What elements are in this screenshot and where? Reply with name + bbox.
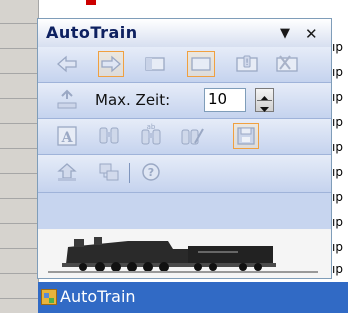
row-divider bbox=[0, 48, 38, 49]
row-divider bbox=[0, 273, 38, 274]
list-item-fragment: ıp bbox=[332, 262, 343, 276]
list-item-fragment: ıp bbox=[332, 165, 343, 179]
row-divider bbox=[0, 173, 38, 174]
list-item-fragment: ıp bbox=[332, 140, 343, 154]
max-zeit-input[interactable]: 10 bbox=[204, 88, 246, 112]
binoculars-icon[interactable] bbox=[96, 123, 122, 149]
toolbar-row-4: ? bbox=[38, 155, 331, 193]
toolbar-separator bbox=[129, 163, 130, 183]
spin-down-button[interactable] bbox=[256, 101, 273, 112]
delete-window-icon[interactable] bbox=[274, 51, 300, 77]
help-icon[interactable]: ? bbox=[138, 159, 164, 185]
toolbar-options-button[interactable]: ▼ bbox=[280, 26, 290, 41]
autotrain-icon bbox=[41, 289, 57, 305]
toolbar-row-1: ! bbox=[38, 47, 331, 83]
info-window-icon[interactable]: ! bbox=[234, 51, 260, 77]
max-zeit-label: Max. Zeit: bbox=[95, 91, 171, 109]
list-item-fragment: ıp bbox=[332, 115, 343, 129]
row-divider bbox=[0, 98, 38, 99]
selected-list-item[interactable]: AutoTrain bbox=[38, 282, 348, 313]
row-divider bbox=[0, 198, 38, 199]
toolbar-row-3: A ab bbox=[38, 119, 331, 155]
network-icon[interactable] bbox=[96, 159, 122, 185]
autotrain-toolbar: AutoTrain ▼ ✕ ! Max. Zeit: 10 A ab ? bbox=[37, 18, 332, 279]
toolbar-title: AutoTrain bbox=[46, 23, 138, 42]
partial-list-row bbox=[38, 0, 348, 6]
list-item-fragment: ıp bbox=[332, 65, 343, 79]
list-item-fragment: ıp bbox=[332, 240, 343, 254]
row-divider bbox=[0, 123, 38, 124]
save-icon[interactable] bbox=[233, 123, 259, 149]
row-divider bbox=[0, 23, 38, 24]
list-item-fragment: ıp bbox=[332, 40, 343, 54]
svg-text:?: ? bbox=[148, 166, 154, 179]
toolbar-titlebar[interactable]: AutoTrain ▼ ✕ bbox=[38, 19, 331, 47]
spin-up-button[interactable] bbox=[256, 89, 273, 101]
list-item-fragment: ıp bbox=[332, 90, 343, 104]
weight-icon[interactable] bbox=[54, 87, 80, 113]
spinner-icon[interactable] bbox=[255, 88, 274, 112]
row-divider bbox=[0, 148, 38, 149]
list-item-fragment: ıp bbox=[332, 190, 343, 204]
binoculars-edit-icon[interactable] bbox=[179, 123, 205, 149]
upload-icon[interactable] bbox=[54, 159, 80, 185]
list-item-fragment: ıp bbox=[332, 215, 343, 229]
toolbar-row-2: Max. Zeit: 10 bbox=[38, 83, 331, 119]
status-marker bbox=[86, 0, 96, 5]
arrow-right-icon[interactable] bbox=[98, 51, 124, 77]
svg-text:!: ! bbox=[245, 58, 249, 68]
binoculars-icon[interactable]: ab bbox=[138, 123, 164, 149]
arrow-left-icon[interactable] bbox=[54, 51, 80, 77]
svg-text:A: A bbox=[61, 130, 74, 146]
window-icon[interactable] bbox=[187, 51, 215, 77]
train-image bbox=[38, 229, 331, 278]
row-header-column bbox=[0, 0, 39, 313]
window-icon[interactable] bbox=[142, 51, 168, 77]
text-a-icon[interactable]: A bbox=[54, 123, 80, 149]
close-button[interactable]: ✕ bbox=[305, 25, 318, 43]
row-divider bbox=[0, 298, 38, 299]
selected-item-label: AutoTrain bbox=[60, 287, 136, 306]
row-divider bbox=[0, 73, 38, 74]
svg-text:ab: ab bbox=[147, 123, 156, 131]
row-divider bbox=[0, 223, 38, 224]
row-divider bbox=[0, 248, 38, 249]
